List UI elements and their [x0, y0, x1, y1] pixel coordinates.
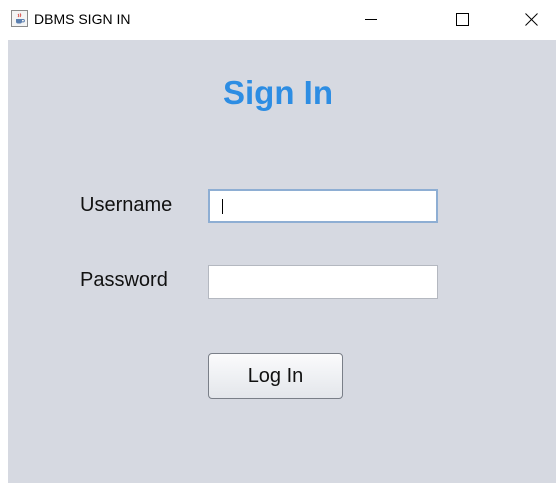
- minimize-button[interactable]: [348, 0, 394, 38]
- login-button[interactable]: Log In: [208, 353, 343, 399]
- window-title: DBMS SIGN IN: [34, 11, 131, 27]
- title-bar[interactable]: DBMS SIGN IN: [0, 0, 556, 40]
- signin-window: DBMS SIGN IN Sign In Username Password L…: [0, 0, 556, 483]
- username-field[interactable]: [208, 189, 438, 223]
- java-cup-icon: [11, 10, 28, 27]
- password-label: Password: [80, 269, 168, 291]
- maximize-icon: [455, 12, 469, 26]
- close-icon: [524, 12, 538, 26]
- close-button[interactable]: [508, 0, 554, 38]
- username-label: Username: [80, 194, 173, 216]
- maximize-button[interactable]: [439, 0, 485, 38]
- password-field[interactable]: [208, 265, 438, 299]
- minimize-icon: [365, 19, 377, 20]
- page-title: Sign In: [223, 74, 333, 111]
- text-caret: [222, 199, 223, 214]
